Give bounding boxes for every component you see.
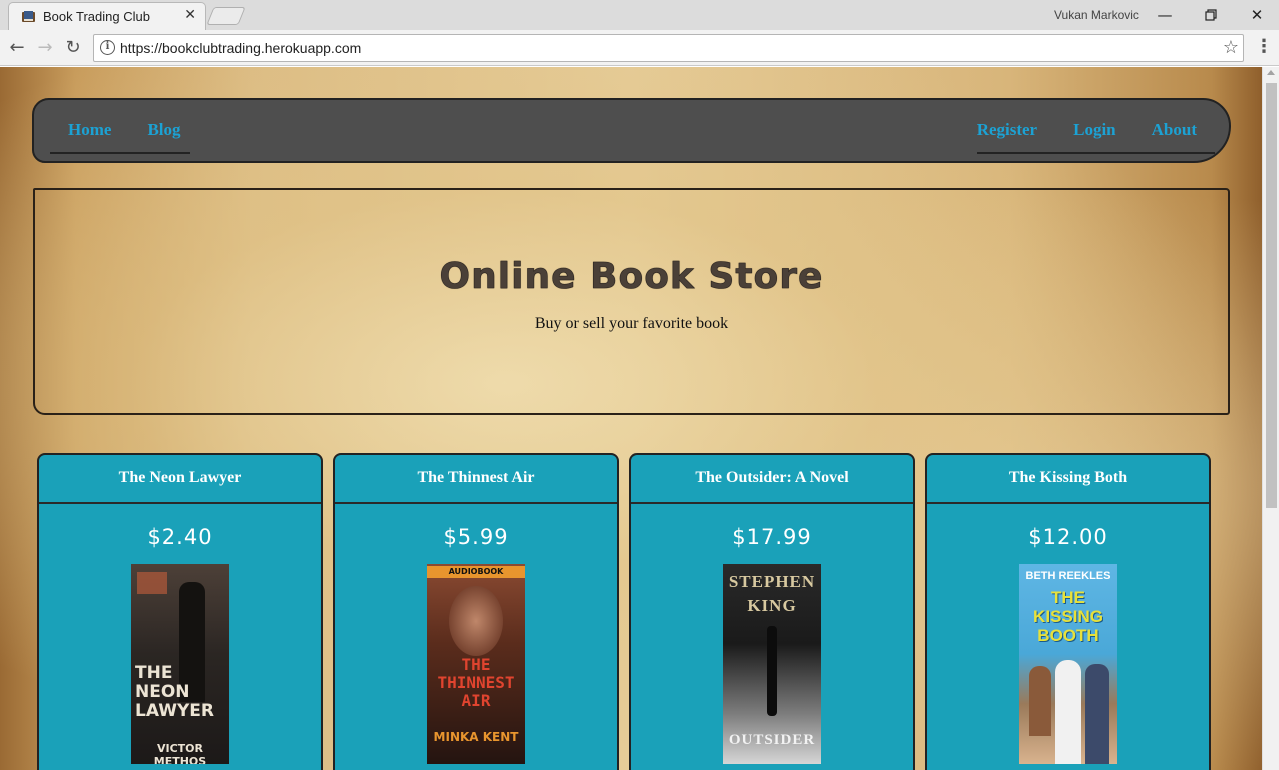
book-price: $17.99 bbox=[732, 525, 812, 549]
back-arrow-icon[interactable]: ← bbox=[6, 37, 28, 59]
book-cover[interactable]: STEPHEN KING OUTSIDER bbox=[723, 564, 821, 764]
navbar: Home Blog Register Login About bbox=[32, 98, 1231, 163]
forward-arrow-icon[interactable]: → bbox=[34, 37, 56, 59]
card-header: The Outsider: A Novel bbox=[631, 455, 913, 504]
nav-link-about[interactable]: About bbox=[1134, 112, 1215, 152]
cover-badge: AUDIOBOOK bbox=[427, 566, 525, 578]
nav-right-group: Register Login About bbox=[977, 112, 1215, 154]
nav-link-register[interactable]: Register bbox=[959, 112, 1055, 152]
card-header: The Thinnest Air bbox=[335, 455, 617, 504]
book-title[interactable]: The Thinnest Air bbox=[335, 469, 617, 487]
tab-title: Book Trading Club bbox=[43, 9, 150, 24]
cover-author: STEPHEN KING bbox=[728, 572, 816, 615]
page-viewport: Home Blog Register Login About Online Bo… bbox=[0, 67, 1262, 770]
cover-title: THE NEON LAWYER bbox=[135, 663, 214, 721]
info-icon[interactable]: i bbox=[100, 40, 115, 55]
book-cover[interactable]: THE NEON LAWYER VICTOR METHOS bbox=[131, 564, 229, 764]
nav-link-login[interactable]: Login bbox=[1055, 112, 1134, 152]
cover-author: MINKA KENT bbox=[433, 730, 519, 744]
book-title[interactable]: The Kissing Both bbox=[927, 469, 1209, 487]
vertical-scrollbar[interactable] bbox=[1262, 67, 1279, 770]
reload-icon[interactable]: ↻ bbox=[62, 37, 84, 59]
menu-icon[interactable]: ⋮ bbox=[1255, 36, 1273, 57]
book-title[interactable]: The Neon Lawyer bbox=[39, 469, 321, 487]
cover-title: THE KISSING BOOTH bbox=[1033, 588, 1103, 645]
cover-title: OUTSIDER bbox=[728, 732, 816, 748]
book-price: $2.40 bbox=[147, 525, 213, 549]
nav-link-blog[interactable]: Blog bbox=[129, 112, 198, 152]
minimize-icon[interactable]: — bbox=[1143, 3, 1187, 27]
book-card[interactable]: The Kissing Both $12.00 BETH REEKLES THE… bbox=[925, 453, 1211, 770]
browser-tab[interactable]: Book Trading Club ✕ bbox=[8, 2, 206, 30]
close-icon[interactable]: ✕ bbox=[184, 7, 196, 23]
book-cover[interactable]: AUDIOBOOK THE THINNEST AIR MINKA KENT bbox=[427, 564, 525, 764]
browser-toolbar: ← → ↻ i https://bookclubtrading.herokuap… bbox=[0, 30, 1279, 66]
book-cover[interactable]: BETH REEKLES THE KISSING BOOTH bbox=[1019, 564, 1117, 764]
cover-title: THE THINNEST AIR bbox=[437, 655, 515, 710]
cover-author: BETH REEKLES bbox=[1025, 570, 1111, 582]
window-close-icon[interactable]: ✕ bbox=[1235, 3, 1279, 27]
page-subtitle: Buy or sell your favorite book bbox=[534, 315, 729, 332]
profile-name[interactable]: Vukan Markovic bbox=[1054, 8, 1139, 22]
book-card[interactable]: The Thinnest Air $5.99 AUDIOBOOK THE THI… bbox=[333, 453, 619, 770]
browser-tabstrip: Book Trading Club ✕ Vukan Markovic — ✕ bbox=[0, 0, 1279, 30]
book-price: $12.00 bbox=[1028, 525, 1108, 549]
card-header: The Kissing Both bbox=[927, 455, 1209, 504]
bookmark-star-icon[interactable]: ☆ bbox=[1223, 37, 1239, 58]
book-icon bbox=[22, 11, 35, 22]
book-card[interactable]: The Outsider: A Novel $17.99 STEPHEN KIN… bbox=[629, 453, 915, 770]
page-title: Online Book Store bbox=[439, 256, 824, 298]
book-title[interactable]: The Outsider: A Novel bbox=[631, 469, 913, 487]
card-header: The Neon Lawyer bbox=[39, 455, 321, 504]
nav-left-group: Home Blog bbox=[50, 112, 190, 154]
restore-icon[interactable] bbox=[1189, 3, 1233, 27]
hero-banner: Online Book Store Buy or sell your favor… bbox=[33, 188, 1230, 415]
url-text[interactable]: https://bookclubtrading.herokuapp.com bbox=[120, 40, 361, 56]
new-tab-button[interactable] bbox=[206, 7, 246, 25]
book-card[interactable]: The Neon Lawyer $2.40 THE NEON LAWYER VI… bbox=[37, 453, 323, 770]
nav-link-home[interactable]: Home bbox=[50, 112, 129, 152]
address-bar[interactable]: i https://bookclubtrading.herokuapp.com … bbox=[93, 34, 1244, 62]
scroll-up-arrow-icon[interactable] bbox=[1267, 70, 1275, 75]
book-price: $5.99 bbox=[443, 525, 509, 549]
cover-author: VICTOR METHOS bbox=[153, 742, 207, 764]
scrollbar-thumb[interactable] bbox=[1266, 83, 1277, 508]
